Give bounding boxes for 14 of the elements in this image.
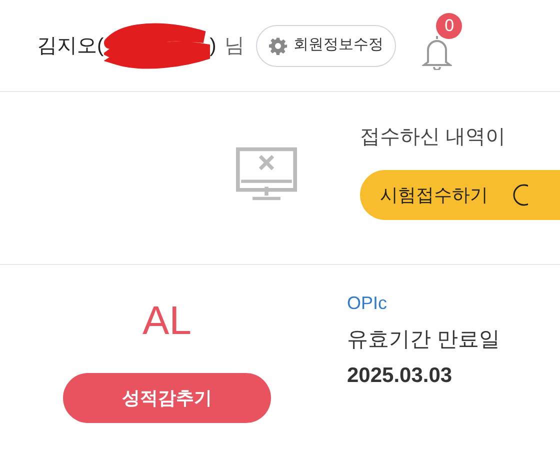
edit-profile-button[interactable]: 회원정보수정 <box>256 24 396 66</box>
member-name: 김지오( <box>37 34 104 58</box>
notification-badge: 0 <box>436 12 462 38</box>
name-paren: ) <box>210 34 216 58</box>
expiry-date: 2025.03.03 <box>347 362 454 388</box>
settings-icon <box>269 36 288 54</box>
apply-exam-button[interactable]: 시험접수하기 <box>360 170 560 220</box>
expiry-label: 유효기간 만료일 <box>347 327 500 353</box>
bell-icon[interactable] <box>422 34 452 70</box>
honorific-text: 님 <box>224 34 244 58</box>
grade-text: AL <box>142 298 192 345</box>
test-name: OPIc <box>347 292 388 315</box>
hide-score-button[interactable]: 성적감추기 <box>63 373 271 423</box>
empty-message: 접수하신 내역이 <box>360 125 507 150</box>
